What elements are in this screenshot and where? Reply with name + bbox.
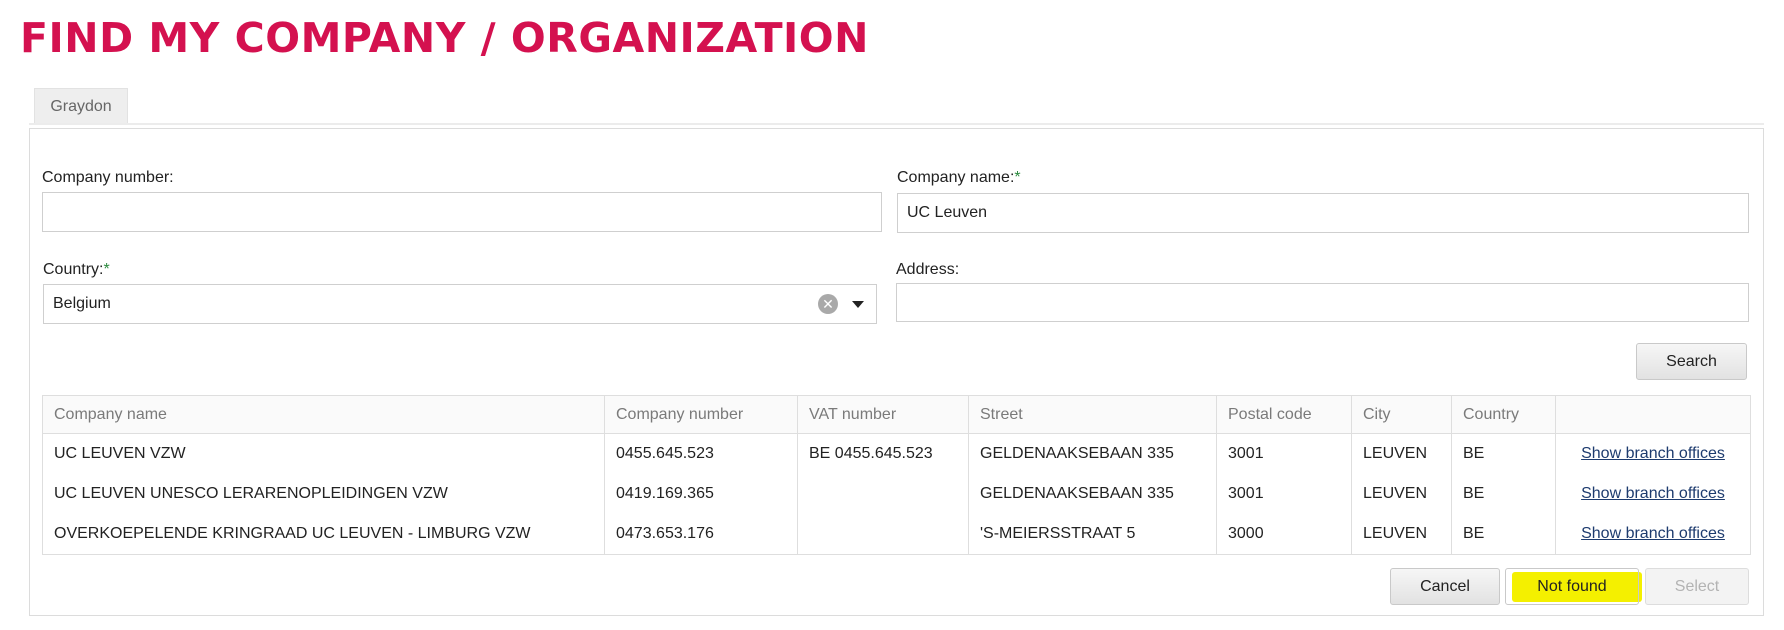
country-select-value: Belgium bbox=[53, 295, 111, 312]
cell-company-name: UC LEUVEN UNESCO LERARENOPLEIDINGEN VZW bbox=[42, 474, 605, 514]
country-label: Country:* bbox=[43, 261, 110, 279]
tab-strip-divider bbox=[29, 123, 1764, 125]
cell-postal-code: 3001 bbox=[1216, 433, 1352, 474]
cell-action: Show branch offices bbox=[1555, 514, 1751, 555]
cell-country: BE bbox=[1451, 433, 1556, 474]
company-name-field[interactable]: UC Leuven bbox=[897, 193, 1749, 233]
cell-country: BE bbox=[1451, 474, 1556, 514]
table-row[interactable]: UC LEUVEN VZW 0455.645.523 BE 0455.645.5… bbox=[42, 433, 1751, 474]
table-row[interactable]: OVERKOEPELENDE KRINGRAAD UC LEUVEN - LIM… bbox=[42, 514, 1751, 555]
column-header-city[interactable]: City bbox=[1351, 395, 1452, 434]
address-field[interactable] bbox=[896, 283, 1749, 322]
cell-vat-number bbox=[797, 474, 969, 514]
cancel-button[interactable]: Cancel bbox=[1390, 568, 1500, 605]
cell-vat-number: BE 0455.645.523 bbox=[797, 433, 969, 474]
cell-action: Show branch offices bbox=[1555, 433, 1751, 474]
address-label: Address: bbox=[896, 261, 960, 278]
show-branch-offices-link[interactable]: Show branch offices bbox=[1581, 525, 1725, 542]
not-found-button[interactable]: Not found bbox=[1505, 568, 1639, 605]
column-header-vat-number[interactable]: VAT number bbox=[797, 395, 969, 434]
tab-graydon[interactable]: Graydon bbox=[34, 88, 128, 124]
cell-action: Show branch offices bbox=[1555, 474, 1751, 514]
company-number-label: Company number: bbox=[42, 169, 174, 186]
search-button[interactable]: Search bbox=[1636, 343, 1747, 380]
country-label-text: Country: bbox=[43, 261, 104, 278]
cell-postal-code: 3000 bbox=[1216, 514, 1352, 555]
clear-icon[interactable]: ✕ bbox=[818, 294, 838, 314]
column-header-company-number[interactable]: Company number bbox=[604, 395, 798, 434]
table-header-row: Company name Company number VAT number S… bbox=[42, 395, 1751, 434]
company-name-label-text: Company name: bbox=[897, 169, 1015, 186]
show-branch-offices-link[interactable]: Show branch offices bbox=[1581, 445, 1725, 462]
country-select[interactable]: Belgium ✕ bbox=[43, 284, 877, 324]
cell-city: LEUVEN bbox=[1351, 474, 1452, 514]
page-title: FIND MY COMPANY / ORGANIZATION bbox=[20, 14, 869, 62]
cell-country: BE bbox=[1451, 514, 1556, 555]
results-table: Company name Company number VAT number S… bbox=[42, 395, 1751, 555]
required-mark: * bbox=[103, 261, 110, 278]
cell-company-number: 0455.645.523 bbox=[604, 433, 798, 474]
cell-company-number: 0419.169.365 bbox=[604, 474, 798, 514]
column-header-actions bbox=[1555, 395, 1751, 434]
column-header-country[interactable]: Country bbox=[1451, 395, 1556, 434]
cell-company-number: 0473.653.176 bbox=[604, 514, 798, 555]
cell-company-name: OVERKOEPELENDE KRINGRAAD UC LEUVEN - LIM… bbox=[42, 514, 605, 555]
company-name-label: Company name:* bbox=[897, 169, 1021, 187]
cell-street: GELDENAAKSEBAAN 335 bbox=[968, 474, 1217, 514]
cell-street: 'S-MEIERSSTRAAT 5 bbox=[968, 514, 1217, 555]
column-header-postal-code[interactable]: Postal code bbox=[1216, 395, 1352, 434]
column-header-street[interactable]: Street bbox=[968, 395, 1217, 434]
cell-vat-number bbox=[797, 514, 969, 555]
select-button[interactable]: Select bbox=[1645, 568, 1749, 605]
cell-street: GELDENAAKSEBAAN 335 bbox=[968, 433, 1217, 474]
column-header-company-name[interactable]: Company name bbox=[42, 395, 605, 434]
table-row[interactable]: UC LEUVEN UNESCO LERARENOPLEIDINGEN VZW … bbox=[42, 474, 1751, 514]
cell-postal-code: 3001 bbox=[1216, 474, 1352, 514]
show-branch-offices-link[interactable]: Show branch offices bbox=[1581, 485, 1725, 502]
cell-city: LEUVEN bbox=[1351, 433, 1452, 474]
company-number-field[interactable] bbox=[42, 192, 882, 232]
cell-company-name: UC LEUVEN VZW bbox=[42, 433, 605, 474]
chevron-down-icon[interactable] bbox=[852, 301, 864, 308]
cell-city: LEUVEN bbox=[1351, 514, 1452, 555]
required-mark: * bbox=[1014, 169, 1021, 186]
